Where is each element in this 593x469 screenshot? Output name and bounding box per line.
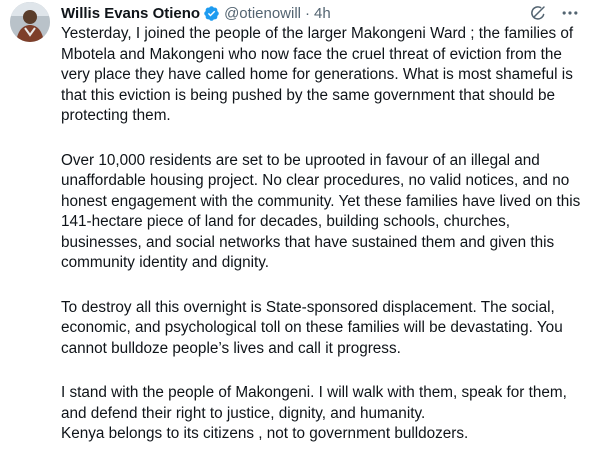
verified-badge-icon (203, 5, 220, 22)
tweet-paragraph: Yesterday, I joined the people of the la… (61, 25, 574, 124)
tweet: Willis Evans Otieno @otienowill · 4h Yes… (0, 0, 593, 442)
tweet-paragraph: Over 10,000 residents are set to be upro… (61, 151, 581, 272)
timestamp[interactable]: 4h (314, 5, 331, 22)
tweet-header: Willis Evans Otieno @otienowill · 4h (61, 3, 581, 23)
grok-icon[interactable] (527, 3, 549, 23)
separator-dot: · (305, 4, 311, 22)
author-name[interactable]: Willis Evans Otieno (61, 5, 200, 22)
tweet-paragraph: I stand with the people of Makongeni. I … (61, 384, 567, 442)
author-handle[interactable]: @otienowill (224, 5, 301, 22)
avatar[interactable] (10, 2, 50, 42)
tweet-text: Yesterday, I joined the people of the la… (61, 24, 591, 469)
more-options-icon[interactable] (559, 3, 581, 23)
tweet-paragraph: To destroy all this overnight is State-s… (61, 298, 563, 357)
